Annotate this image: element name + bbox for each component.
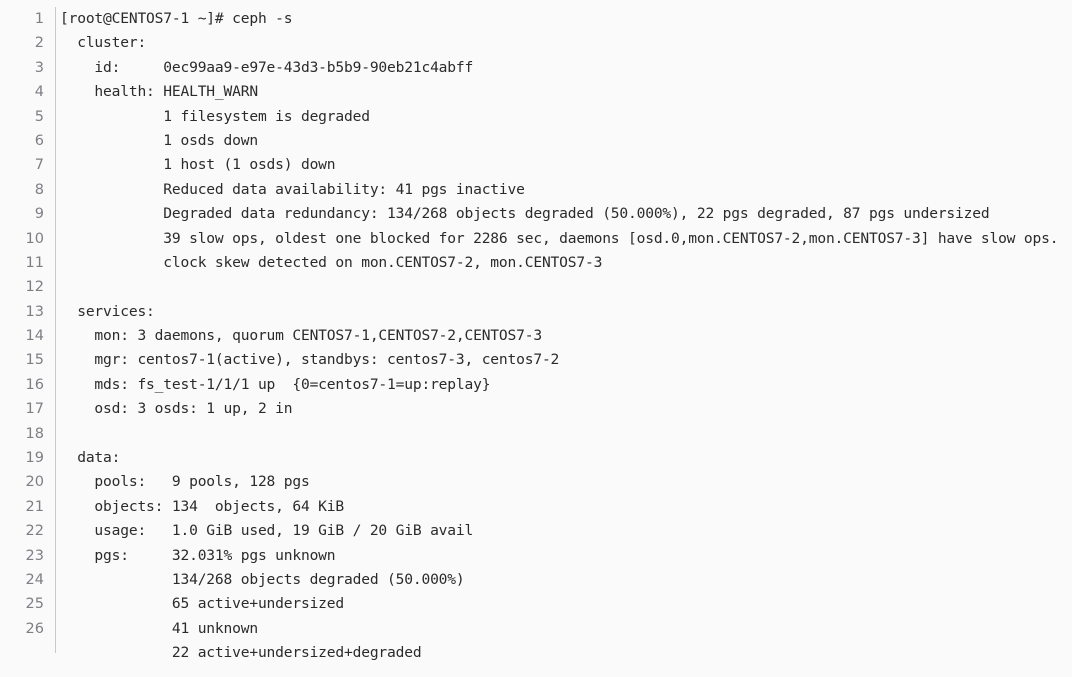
line-number: 16 xyxy=(25,376,44,393)
line-number: 6 xyxy=(34,132,44,149)
code-line-row: 11 clock skew detected on mon.CENTOS7-2,… xyxy=(0,251,1072,275)
line-number: 14 xyxy=(25,328,44,345)
line-number: 26 xyxy=(25,620,44,637)
code-line-text[interactable]: usage: 1.0 GiB used, 19 GiB / 20 GiB ava… xyxy=(60,519,1072,543)
line-number: 21 xyxy=(25,498,44,515)
code-line-row: 23 pgs: 32.031% pgs unknown xyxy=(0,544,1072,568)
code-line-text[interactable]: services: xyxy=(60,300,1072,324)
code-line-text[interactable]: osd: 3 osds: 1 up, 2 in xyxy=(60,397,1072,421)
code-line-text[interactable]: 1 osds down xyxy=(60,129,1072,153)
code-line-text[interactable]: data: xyxy=(60,446,1072,470)
code-line-row: 21 objects: 134 objects, 64 KiB xyxy=(0,495,1072,519)
line-number: 4 xyxy=(34,84,44,101)
code-line-text[interactable]: cluster: xyxy=(60,31,1072,55)
code-line-text[interactable]: 1 host (1 osds) down xyxy=(60,153,1072,177)
code-line-text[interactable]: clock skew detected on mon.CENTOS7-2, mo… xyxy=(60,251,1072,275)
line-number: 8 xyxy=(34,181,44,198)
code-line-text[interactable]: 65 active+undersized xyxy=(60,592,1072,616)
code-line-row: 10 39 slow ops, oldest one blocked for 2… xyxy=(0,227,1072,251)
code-line-row: 24 134/268 objects degraded (50.000%) xyxy=(0,568,1072,592)
line-number: 18 xyxy=(25,425,44,442)
code-line-row: 1 [root@CENTOS7-1 ~]# ceph -s xyxy=(0,7,1072,31)
line-number: 22 xyxy=(25,523,44,540)
code-line-text[interactable]: pools: 9 pools, 128 pgs xyxy=(60,470,1072,494)
code-line-row: 22 usage: 1.0 GiB used, 19 GiB / 20 GiB … xyxy=(0,519,1072,543)
code-line-text[interactable]: Reduced data availability: 41 pgs inacti… xyxy=(60,178,1072,202)
code-line-row: 19 data: xyxy=(0,446,1072,470)
code-line-text[interactable]: pgs: 32.031% pgs unknown xyxy=(60,544,1072,568)
code-line-row: 13 services: xyxy=(0,300,1072,324)
code-line-text[interactable]: 22 active+undersized+degraded xyxy=(60,641,1072,665)
code-line-row: 17 osd: 3 osds: 1 up, 2 in xyxy=(0,397,1072,421)
code-lines-container: 1 [root@CENTOS7-1 ~]# ceph -s 2 cluster: 3 … xyxy=(0,7,1072,666)
code-line-text[interactable]: 41 unknown xyxy=(60,617,1072,641)
code-line-text[interactable]: id: 0ec99aa9-e97e-43d3-b5b9-90eb21c4abff xyxy=(60,56,1072,80)
line-number: 10 xyxy=(25,230,44,247)
line-number: 1 xyxy=(34,11,44,27)
line-number: 17 xyxy=(25,401,44,418)
line-number: 24 xyxy=(25,571,44,588)
line-number: 5 xyxy=(34,108,44,125)
code-line-text[interactable]: mon: 3 daemons, quorum CENTOS7-1,CENTOS7… xyxy=(60,324,1072,348)
line-number: 7 xyxy=(34,157,44,174)
line-number: 3 xyxy=(34,59,44,76)
code-line-text[interactable]: Degraded data redundancy: 134/268 object… xyxy=(60,202,1072,226)
line-number: 23 xyxy=(25,547,44,564)
code-line-row: 14 mon: 3 daemons, quorum CENTOS7-1,CENT… xyxy=(0,324,1072,348)
code-line-text[interactable]: mgr: centos7-1(active), standbys: centos… xyxy=(60,348,1072,372)
code-line-row: 3 id: 0ec99aa9-e97e-43d3-b5b9-90eb21c4ab… xyxy=(0,56,1072,80)
code-line-text[interactable]: objects: 134 objects, 64 KiB xyxy=(60,495,1072,519)
line-number: 13 xyxy=(25,303,44,320)
code-line-row: 5 1 filesystem is degraded xyxy=(0,105,1072,129)
code-line-row: 15 mgr: centos7-1(active), standbys: cen… xyxy=(0,348,1072,372)
line-number: 11 xyxy=(25,254,44,271)
line-number: 15 xyxy=(25,352,44,369)
code-line-text[interactable]: health: HEALTH_WARN xyxy=(60,80,1072,104)
code-line-text[interactable]: [root@CENTOS7-1 ~]# ceph -s xyxy=(60,7,1072,31)
code-line-row: 25 65 active+undersized xyxy=(0,592,1072,616)
code-line-row: 12 xyxy=(0,275,1072,299)
code-line-text[interactable]: 1 filesystem is degraded xyxy=(60,105,1072,129)
code-line-text[interactable]: 134/268 objects degraded (50.000%) xyxy=(60,568,1072,592)
code-line-row: 6 1 osds down xyxy=(0,129,1072,153)
code-line-row: 2 cluster: xyxy=(0,31,1072,55)
code-line-row: 16 mds: fs_test-1/1/1 up {0=centos7-1=up… xyxy=(0,373,1072,397)
line-number: 20 xyxy=(25,474,44,491)
line-number: 25 xyxy=(25,596,44,613)
code-line-row: 8 Reduced data availability: 41 pgs inac… xyxy=(0,178,1072,202)
code-line-row: 22 active+undersized+degraded xyxy=(0,641,1072,665)
line-number: 9 xyxy=(34,206,44,223)
code-line-row: 7 1 host (1 osds) down xyxy=(0,153,1072,177)
code-line-text[interactable]: 39 slow ops, oldest one blocked for 2286… xyxy=(60,227,1072,251)
code-line-row: 20 pools: 9 pools, 128 pgs xyxy=(0,470,1072,494)
terminal-output-block: 1 [root@CENTOS7-1 ~]# ceph -s 2 cluster: 3 … xyxy=(0,0,1072,677)
line-number: 2 xyxy=(34,35,44,52)
line-number: 19 xyxy=(25,450,44,467)
code-line-row: 4 health: HEALTH_WARN xyxy=(0,80,1072,104)
code-line-row: 26 41 unknown xyxy=(0,617,1072,641)
line-number: 12 xyxy=(25,279,44,296)
code-line-row: 9 Degraded data redundancy: 134/268 obje… xyxy=(0,202,1072,226)
gutter-divider xyxy=(55,7,56,653)
code-line-text[interactable]: mds: fs_test-1/1/1 up {0=centos7-1=up:re… xyxy=(60,373,1072,397)
code-line-row: 18 xyxy=(0,422,1072,446)
